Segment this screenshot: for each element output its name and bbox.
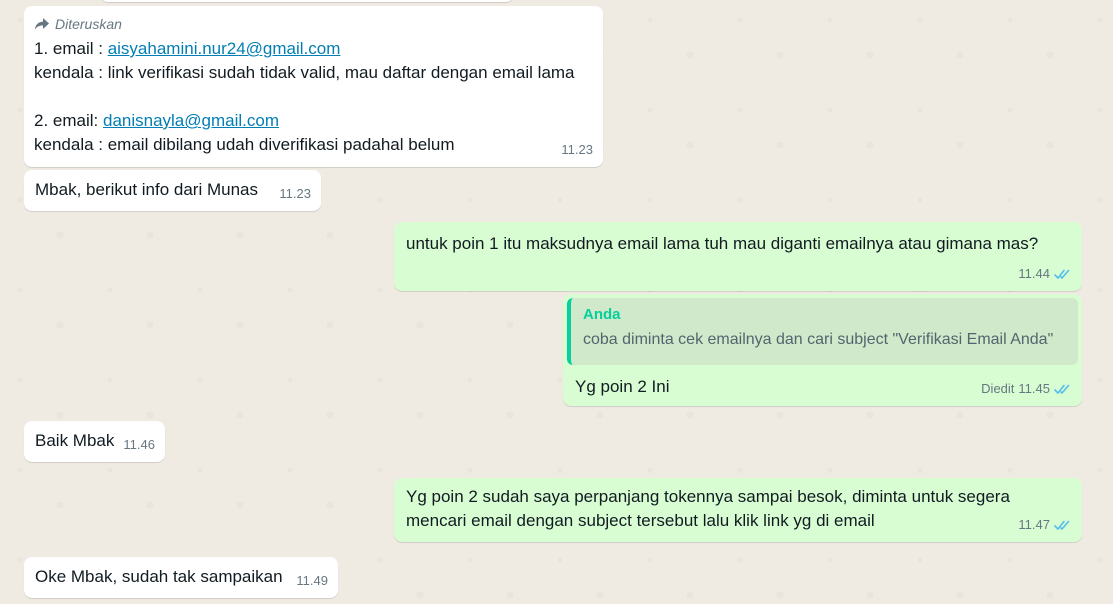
email-link[interactable]: aisyahamini.nur24@gmail.com (108, 39, 341, 58)
double-check-icon (1054, 520, 1072, 531)
quoted-message[interactable]: Anda coba diminta cek emailnya dan cari … (567, 298, 1078, 365)
line-prefix: 1. email : (34, 39, 108, 58)
message-time: 11.23 (561, 142, 593, 157)
line-prefix: 2. email: (34, 111, 103, 130)
message-line: 2. email: danisnayla@gmail.com (34, 109, 593, 133)
message-outgoing[interactable]: untuk poin 1 itu maksudnya email lama tu… (394, 222, 1082, 291)
message-text: Baik Mbak (35, 431, 115, 450)
message-text: Mbak, berikut info dari Munas (35, 180, 258, 199)
message-line: kendala : email dibilang udah diverifika… (34, 135, 455, 154)
quote-text: coba diminta cek emailnya dan cari subje… (583, 331, 1054, 348)
message-incoming[interactable]: Baik Mbak 11.46 (24, 421, 165, 462)
message-line: mencari email dengan subject tersebut la… (406, 511, 875, 530)
forward-arrow-icon (34, 17, 50, 31)
message-time: 11.23 (279, 186, 311, 201)
message-time: 11.45 (1018, 381, 1050, 396)
message-incoming[interactable]: Mbak, berikut info dari Munas 11.23 (24, 170, 321, 211)
message-meta: Diedit 11.45 (981, 377, 1072, 401)
message-line: 1. email : aisyahamini.nur24@gmail.com (34, 37, 593, 61)
double-check-icon (1054, 384, 1072, 395)
message-time: 11.44 (1018, 266, 1050, 281)
message-time: 11.49 (296, 573, 328, 588)
message-incoming[interactable]: Oke Mbak, sudah tak sampaikan 11.49 (24, 557, 338, 598)
forwarded-text: Diteruskan (55, 16, 122, 32)
quote-author: Anda (583, 306, 621, 323)
message-meta: 11.23 (279, 182, 311, 206)
forwarded-label: Diteruskan (34, 14, 593, 34)
message-incoming-forwarded[interactable]: Diteruskan 1. email : aisyahamini.nur24@… (24, 6, 603, 167)
message-outgoing[interactable]: Yg poin 2 sudah saya perpanjang tokennya… (394, 478, 1082, 542)
message-line: Yg poin 2 sudah saya perpanjang tokennya… (406, 487, 1010, 506)
message-text: Oke Mbak, sudah tak sampaikan (35, 567, 283, 586)
previous-message-fragment (100, 0, 514, 2)
message-line: kendala : link verifikasi sudah tidak va… (34, 63, 575, 82)
message-time: 11.46 (123, 437, 155, 452)
message-meta: 11.49 (296, 569, 328, 593)
double-check-icon (1054, 269, 1072, 280)
message-text: untuk poin 1 itu maksudnya email lama tu… (406, 234, 1039, 253)
email-link[interactable]: danisnayla@gmail.com (103, 111, 279, 130)
message-meta: 11.46 (123, 433, 155, 457)
message-outgoing-reply[interactable]: Anda coba diminta cek emailnya dan cari … (563, 294, 1082, 406)
message-meta: 11.23 (561, 138, 593, 162)
edited-label: Diedit (981, 381, 1015, 396)
message-meta: 11.47 (1018, 513, 1072, 537)
message-time: 11.47 (1018, 517, 1050, 532)
message-meta: 11.44 (1018, 262, 1072, 286)
